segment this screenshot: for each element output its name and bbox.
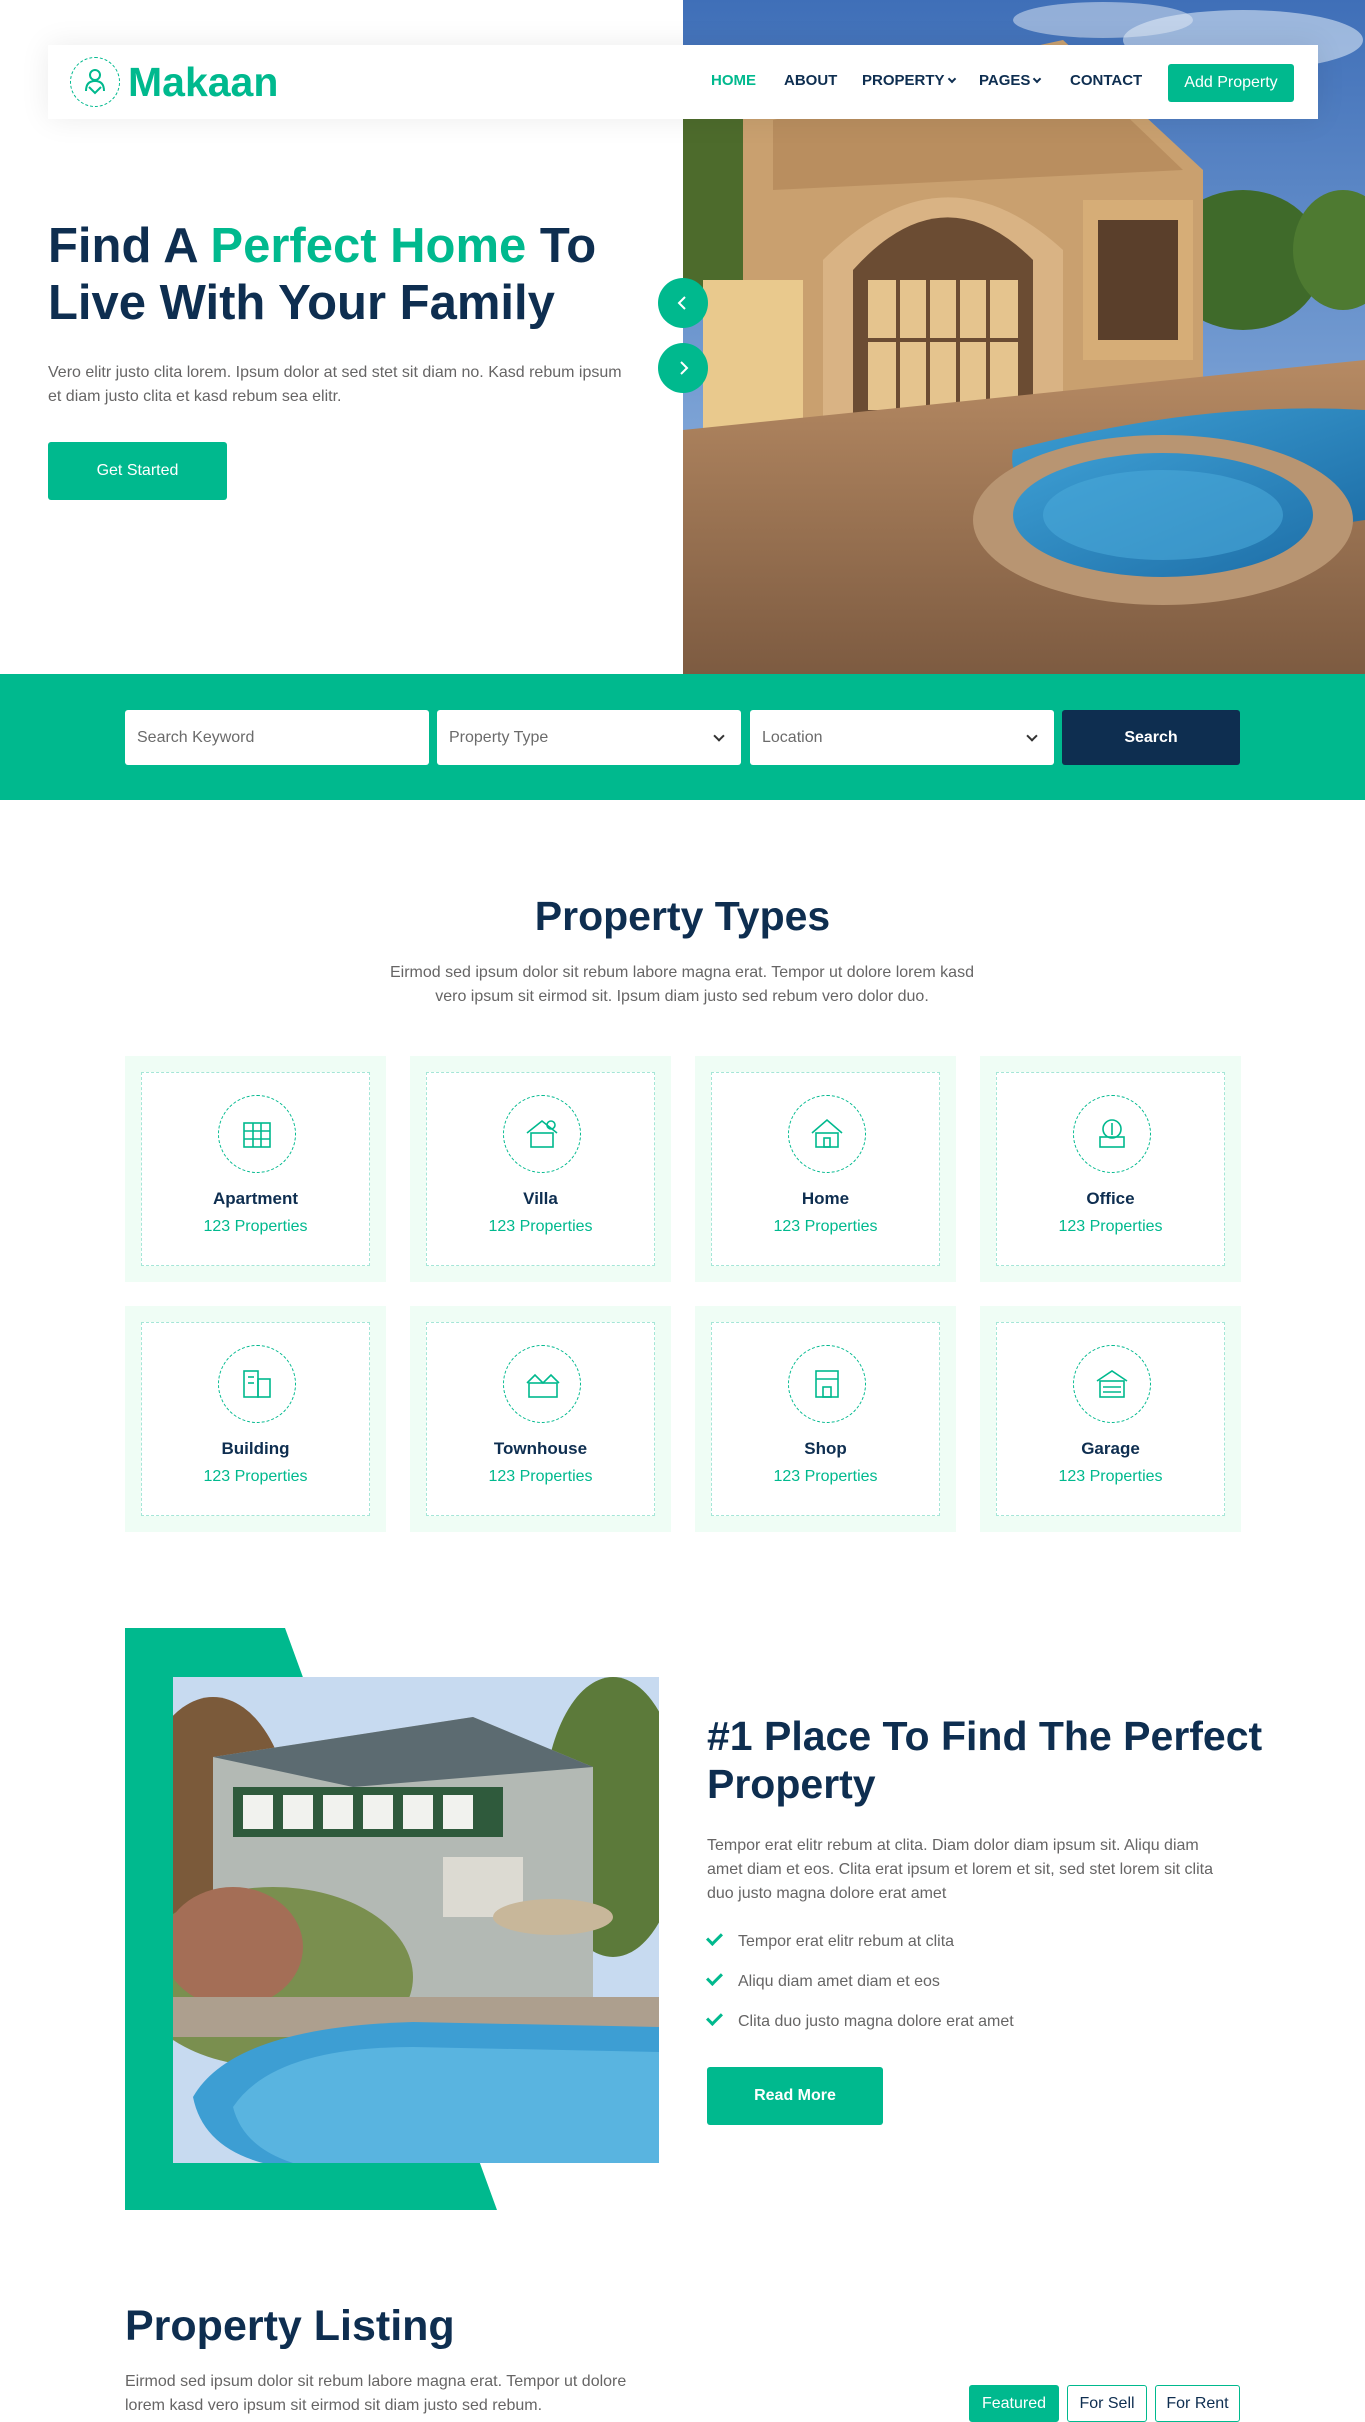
property-listing-title: Property Listing bbox=[125, 2302, 455, 2350]
shop-icon bbox=[788, 1345, 866, 1423]
tab-for-sell[interactable]: For Sell bbox=[1067, 2385, 1147, 2422]
about-check-text: Tempor erat elitr rebum at clita bbox=[738, 1933, 955, 1950]
chevron-down-icon bbox=[947, 74, 956, 84]
property-type-card-inner: Garage 123 Properties bbox=[996, 1322, 1225, 1516]
carousel-prev-button[interactable] bbox=[658, 278, 708, 328]
nav-property[interactable]: PROPERTY bbox=[862, 71, 956, 91]
property-type-card-inner: Home 123 Properties bbox=[711, 1072, 940, 1266]
property-type-card-inner: Apartment 123 Properties bbox=[141, 1072, 370, 1266]
chevron-right-icon bbox=[680, 361, 689, 375]
property-type-select[interactable]: Property Type bbox=[437, 710, 741, 765]
property-type-name: Villa bbox=[523, 1189, 558, 1208]
read-more-button[interactable]: Read More bbox=[707, 2067, 883, 2125]
property-type-card-inner: Villa 123 Properties bbox=[426, 1072, 655, 1266]
property-type-count: 123 Properties bbox=[1058, 1218, 1163, 1235]
get-started-button[interactable]: Get Started bbox=[48, 442, 227, 500]
chevron-left-icon bbox=[677, 296, 686, 310]
property-type-card-office[interactable]: Office 123 Properties bbox=[980, 1056, 1241, 1282]
chevron-down-icon bbox=[713, 730, 725, 742]
property-type-name: Townhouse bbox=[493, 1439, 588, 1458]
townhouse-icon bbox=[503, 1345, 581, 1423]
about-house-image bbox=[173, 1677, 659, 2163]
office-icon bbox=[1073, 1095, 1151, 1173]
property-type-count: 123 Properties bbox=[488, 1468, 593, 1485]
nav-about[interactable]: ABOUT bbox=[784, 71, 837, 91]
carousel-next-button[interactable] bbox=[658, 343, 708, 393]
building-icon bbox=[218, 1345, 296, 1423]
location-value: Location bbox=[762, 729, 823, 746]
hero-description: Vero elitr justo clita lorem. Ipsum dolo… bbox=[48, 364, 622, 405]
property-type-name: Shop bbox=[804, 1439, 847, 1458]
property-type-card-inner: Townhouse 123 Properties bbox=[426, 1322, 655, 1516]
search-button[interactable]: Search bbox=[1062, 710, 1240, 765]
check-icon bbox=[706, 2009, 723, 2026]
property-type-card-inner: Building 123 Properties bbox=[141, 1322, 370, 1516]
property-type-card-inner: Office 123 Properties bbox=[996, 1072, 1225, 1266]
nav-contact[interactable]: CONTACT bbox=[1070, 71, 1142, 91]
property-type-card-shop[interactable]: Shop 123 Properties bbox=[695, 1306, 956, 1532]
property-type-name: Building bbox=[221, 1439, 290, 1458]
chevron-down-icon bbox=[1033, 74, 1042, 84]
property-type-card-apartment[interactable]: Apartment 123 Properties bbox=[125, 1056, 386, 1282]
nav-property-label: PROPERTY bbox=[862, 72, 945, 89]
property-type-card-garage[interactable]: Garage 123 Properties bbox=[980, 1306, 1241, 1532]
property-types-subtitle: Eirmod sed ipsum dolor sit rebum labore … bbox=[390, 964, 974, 1005]
hero-title: Find A Perfect Home To Live With Your Fa… bbox=[48, 218, 648, 332]
property-type-count: 123 Properties bbox=[203, 1468, 308, 1485]
about-check-text: Aliqu diam amet diam et eos bbox=[738, 1973, 940, 1990]
property-listing-description: Eirmod sed ipsum dolor sit rebum labore … bbox=[125, 2373, 627, 2414]
property-type-count: 123 Properties bbox=[203, 1218, 308, 1235]
brand-name[interactable]: Makaan bbox=[128, 57, 278, 107]
property-type-name: Apartment bbox=[212, 1189, 298, 1208]
nav-home[interactable]: HOME bbox=[711, 71, 756, 91]
logo-icon[interactable] bbox=[70, 57, 120, 107]
property-type-count: 123 Properties bbox=[488, 1218, 593, 1235]
about-description: Tempor erat elitr rebum at clita. Diam d… bbox=[707, 1837, 1213, 1902]
search-bar: Search Keyword Property Type Location Se… bbox=[0, 674, 1365, 800]
home-icon bbox=[788, 1095, 866, 1173]
location-select[interactable]: Location bbox=[750, 710, 1054, 765]
nav-pages[interactable]: PAGES bbox=[979, 71, 1042, 91]
property-type-name: Home bbox=[801, 1189, 850, 1208]
nav-pages-label: PAGES bbox=[979, 72, 1031, 89]
property-type-count: 123 Properties bbox=[773, 1468, 878, 1485]
about-check-text: Clita duo justo magna dolore erat amet bbox=[738, 2013, 1014, 2030]
tab-for-rent[interactable]: For Rent bbox=[1155, 2385, 1240, 2422]
property-type-card-inner: Shop 123 Properties bbox=[711, 1322, 940, 1516]
tab-featured[interactable]: Featured bbox=[969, 2385, 1059, 2422]
navbar: Makaan HOME ABOUT PROPERTY PAGES CONTACT… bbox=[48, 45, 1318, 119]
villa-icon bbox=[503, 1095, 581, 1173]
property-type-name: Garage bbox=[1081, 1439, 1140, 1458]
about-check-item: Tempor erat elitr rebum at clita bbox=[706, 1929, 955, 1952]
property-type-count: 123 Properties bbox=[773, 1218, 878, 1235]
apartment-icon bbox=[218, 1095, 296, 1173]
property-type-name: Office bbox=[1086, 1189, 1135, 1208]
check-icon bbox=[706, 1969, 723, 1986]
property-type-count: 123 Properties bbox=[1058, 1468, 1163, 1485]
property-type-card-townhouse[interactable]: Townhouse 123 Properties bbox=[410, 1306, 671, 1532]
about-title: #1 Place To Find The Perfect Property bbox=[707, 1713, 1263, 1807]
garage-icon bbox=[1073, 1345, 1151, 1423]
hero-title-highlight: Perfect Home bbox=[210, 219, 527, 273]
hero-title-start: Find A bbox=[48, 219, 211, 273]
chevron-down-icon bbox=[1026, 730, 1038, 742]
property-type-value: Property Type bbox=[449, 729, 549, 746]
add-property-button[interactable]: Add Property bbox=[1168, 64, 1294, 102]
property-types-title: Property Types bbox=[534, 893, 831, 939]
property-type-card-building[interactable]: Building 123 Properties bbox=[125, 1306, 386, 1532]
about-check-item: Clita duo justo magna dolore erat amet bbox=[706, 2009, 1014, 2032]
property-type-card-villa[interactable]: Villa 123 Properties bbox=[410, 1056, 671, 1282]
property-type-card-home[interactable]: Home 123 Properties bbox=[695, 1056, 956, 1282]
check-icon bbox=[706, 1929, 723, 1946]
search-keyword-input[interactable]: Search Keyword bbox=[125, 710, 429, 765]
about-check-item: Aliqu diam amet diam et eos bbox=[706, 1969, 940, 1992]
